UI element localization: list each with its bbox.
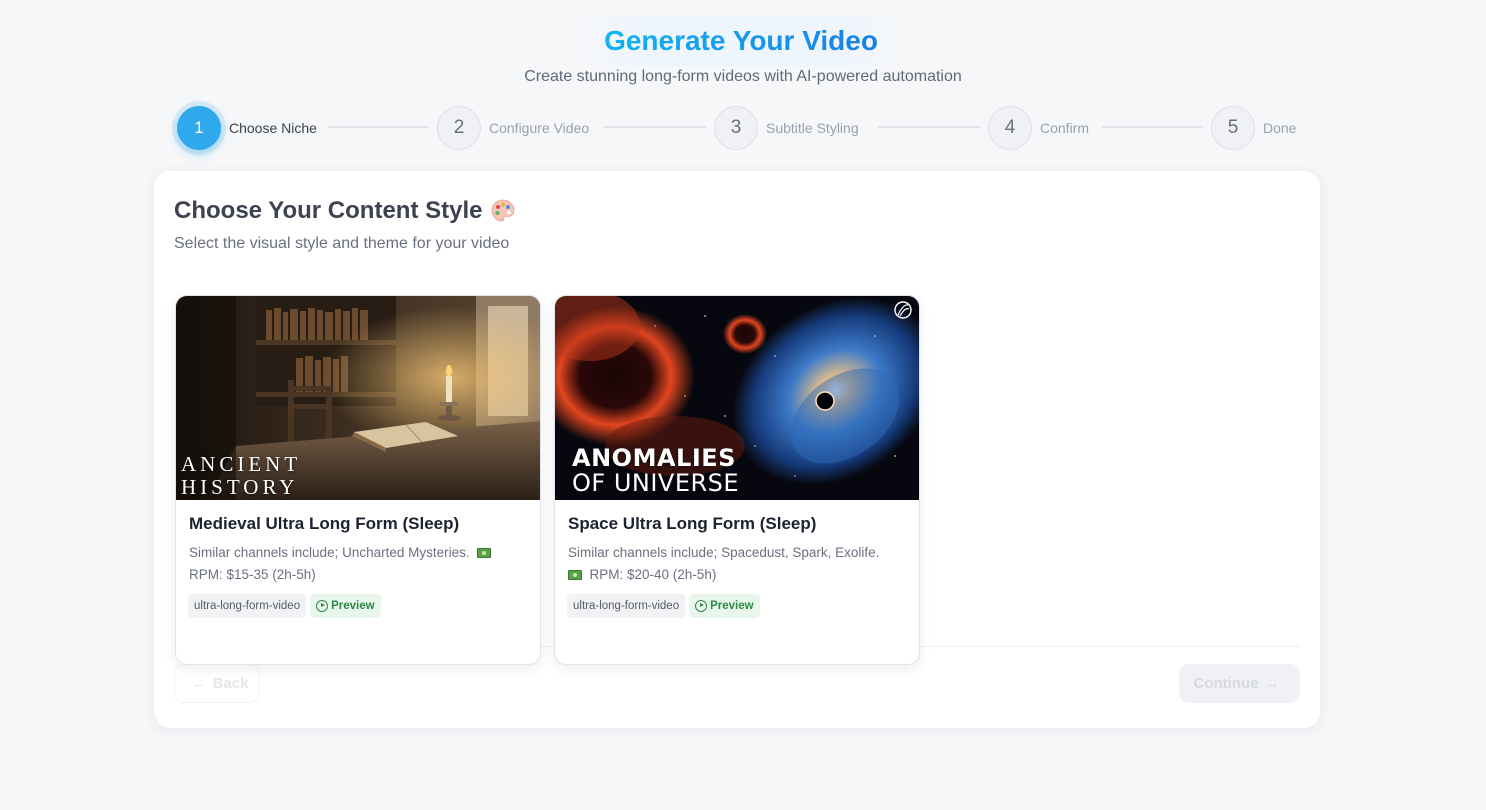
- step-connector: [878, 126, 980, 128]
- back-button-label: Back: [212, 675, 249, 692]
- niche-tag: ultra-long-form-video: [567, 594, 686, 618]
- niche-thumbnail: ANOMALIES OF UNIVERSE: [555, 296, 919, 500]
- page-title: Generate Your Video: [604, 25, 878, 56]
- niche-title: Medieval Ultra Long Form (Sleep): [189, 514, 460, 533]
- step-number: 4: [988, 106, 1032, 150]
- preview-button[interactable]: Preview: [689, 594, 760, 618]
- page-title-container: Generate Your Video: [578, 16, 904, 66]
- step-number: 5: [1211, 106, 1255, 150]
- back-button[interactable]: ← Back: [174, 664, 260, 703]
- play-icon: [316, 600, 329, 612]
- niche-tag: ultra-long-form-video: [188, 594, 307, 618]
- step-connector: [604, 126, 706, 128]
- page-subtitle: Create stunning long-form videos with AI…: [524, 68, 962, 85]
- step-number: 1: [177, 106, 221, 150]
- step-connector: [1102, 126, 1203, 128]
- niche-card-space[interactable]: ANOMALIES OF UNIVERSE Space Ultra Long F…: [554, 295, 920, 665]
- niche-tags: ultra-long-form-video Preview: [567, 594, 760, 618]
- step-label: Configure Video: [489, 120, 590, 136]
- step-number: 2: [437, 106, 481, 150]
- niche-description: Similar channels include; Spacedust, Spa…: [568, 542, 908, 586]
- step-label: Confirm: [1040, 120, 1090, 136]
- panel-subtitle: Select the visual style and theme for yo…: [174, 235, 510, 252]
- play-icon: [695, 600, 708, 612]
- panel-title: Choose Your Content Style: [174, 197, 516, 225]
- money-icon: [568, 570, 582, 580]
- step-label: Done: [1263, 120, 1297, 136]
- step-subtitle-styling[interactable]: 3 Subtitle Styling: [714, 106, 859, 150]
- arrow-right-icon: →: [1264, 675, 1280, 692]
- niche-title: Space Ultra Long Form (Sleep): [568, 514, 817, 533]
- step-configure-video[interactable]: 2 Configure Video: [437, 106, 589, 150]
- niche-card-medieval[interactable]: ANCIENT HISTORY Medieval Ultra Long Form…: [175, 295, 541, 665]
- step-label: Subtitle Styling: [766, 120, 859, 136]
- step-number: 3: [714, 106, 758, 150]
- step-connector: [328, 126, 428, 128]
- panel-title-text: Choose Your Content Style: [174, 197, 483, 224]
- continue-button[interactable]: Continue →: [1179, 664, 1300, 703]
- niche-thumbnail: ANCIENT HISTORY: [176, 296, 540, 500]
- continue-button-label: Continue: [1193, 675, 1259, 692]
- thumbnail-title-line1: ANOMALIES: [572, 444, 736, 472]
- thumbnail-title-line1: ANCIENT: [181, 452, 302, 476]
- niche-similar-channels: Similar channels include; Uncharted Myst…: [189, 545, 470, 560]
- thumbnail-title-line2: HISTORY: [181, 475, 299, 499]
- palette-icon: [490, 198, 516, 224]
- niche-rpm: RPM: $20-40 (2h-5h): [589, 567, 717, 582]
- thumbnail-title-line2: OF UNIVERSE: [572, 469, 740, 497]
- niche-tags: ultra-long-form-video Preview: [188, 594, 381, 618]
- preview-label: Preview: [331, 600, 375, 612]
- niche-description: Similar channels include; Uncharted Myst…: [189, 542, 529, 586]
- arrow-left-icon: ←: [191, 675, 207, 692]
- preview-button[interactable]: Preview: [310, 594, 381, 618]
- step-done[interactable]: 5 Done: [1211, 106, 1296, 150]
- money-icon: [477, 548, 492, 558]
- step-choose-niche[interactable]: 1 Choose Niche: [177, 106, 317, 150]
- step-label: Choose Niche: [229, 120, 317, 136]
- niche-similar-channels: Similar channels include; Spacedust, Spa…: [568, 545, 880, 560]
- preview-label: Preview: [710, 600, 754, 612]
- step-confirm[interactable]: 4 Confirm: [988, 106, 1089, 150]
- niche-rpm: RPM: $15-35 (2h-5h): [189, 567, 316, 582]
